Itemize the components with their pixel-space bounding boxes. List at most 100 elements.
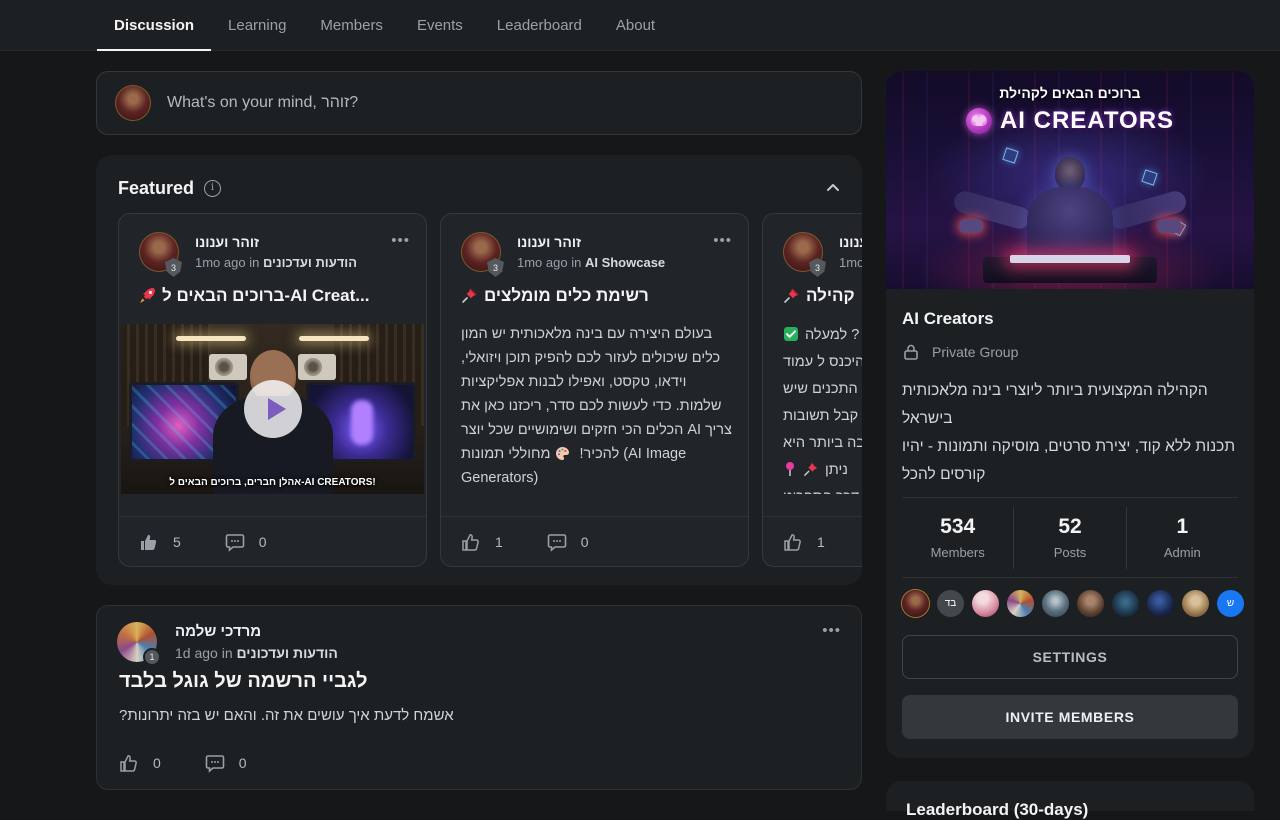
category-link[interactable]: הודעות ועדכונים [263,255,357,270]
like-count: 1 [817,534,825,550]
more-options-icon[interactable]: ••• [713,232,732,249]
more-options-icon[interactable]: ••• [391,232,410,249]
category-link[interactable]: הודעות ועדכונים [237,645,338,661]
leaderboard-title: Leaderboard (30-days) [906,800,1088,820]
like-count: 5 [173,534,181,550]
post-title[interactable]: לגביי הרשמה של גוגל בלבד [119,670,368,693]
leaderboard-card: Leaderboard (30-days) [886,781,1254,811]
chevron-up-icon[interactable] [824,179,842,197]
composer-prompt: What's on your mind, זוהר? [167,94,358,112]
member-avatar[interactable] [1182,590,1209,617]
round-pin-icon [783,461,797,477]
comment-button[interactable]: 0 [547,532,589,552]
card-footer: 1 [763,516,862,566]
pin-icon [803,461,819,477]
info-icon[interactable] [204,180,221,197]
level-badge: 1 [143,648,161,666]
comment-count: 0 [239,755,247,771]
author-name[interactable]: מרדכי שלמה [175,623,261,640]
post-meta: 1mo ago in הודעות ועדכונים [195,255,357,270]
featured-card-welcome[interactable]: 3 זוהר וענונו 1mo ago in הודעות ועדכונים… [118,213,427,567]
group-description: הקהילה המקצועית ביותר ליוצרי בינה מלאכות… [902,377,1238,489]
post-meta: 1d ago in הודעות ועדכונים [175,645,338,661]
author-name[interactable]: זוהר וענונו [517,234,581,250]
more-options-icon[interactable]: ••• [822,622,841,639]
member-avatar[interactable] [1077,590,1104,617]
speaker [209,354,247,380]
tab-leaderboard[interactable]: Leaderboard [480,0,599,51]
lock-icon [902,343,920,361]
pin-icon [461,287,478,304]
featured-card-community[interactable]: 3 זוהר וענונו 1mo קהילה למעלה ? היכנס ל … [762,213,862,567]
post-meta: 1mo ago in AI Showcase [517,255,665,270]
settings-button[interactable]: SETTINGS [902,635,1238,679]
group-stats: 534Members 52Posts 1Admin [902,507,1238,569]
featured-card-tools[interactable]: 3 זוהר וענונו 1mo ago in AI Showcase •••… [440,213,749,567]
tab-about[interactable]: About [599,0,672,51]
post-meta: 1mo [839,255,862,270]
card-body-text: בעולם היצירה עם בינה מלאכותית יש המון כל… [461,322,732,494]
comment-button[interactable]: 0 [205,753,247,773]
pin-icon [783,287,800,304]
card-title[interactable]: ברוכים הבאים ל-AI Creat... [139,286,410,306]
like-count: 1 [495,534,503,550]
palette-icon [555,446,570,461]
play-icon[interactable] [244,380,302,438]
like-count: 0 [153,755,161,771]
stat-admin[interactable]: 1Admin [1126,507,1238,569]
feed-post[interactable]: 1 מרדכי שלמה 1d ago in הודעות ועדכונים •… [96,605,862,790]
like-button[interactable]: 0 [119,753,161,773]
member-avatars: בד ש [902,590,1244,617]
video-caption: אהלן חברים, ברוכים הבאים ל-AI CREATORS! [121,477,424,488]
check-icon [783,326,799,342]
comment-button[interactable]: 0 [225,532,267,552]
card-title[interactable]: קהילה [783,286,862,306]
member-avatar[interactable] [972,590,999,617]
cover-welcome-text: ברוכים הבאים לקהילת [886,85,1254,101]
featured-header: Featured [118,175,842,201]
avatar [115,85,151,121]
like-button[interactable]: 5 [139,532,181,552]
group-privacy: Private Group [902,343,1238,361]
member-avatar[interactable] [1007,590,1034,617]
comment-count: 0 [581,534,589,550]
rocket-icon [139,287,156,304]
comment-count: 0 [259,534,267,550]
member-avatar[interactable] [902,590,929,617]
card-footer: 1 0 [441,516,748,566]
member-avatar[interactable]: ש [1217,590,1244,617]
member-avatar[interactable] [1112,590,1139,617]
like-button[interactable]: 1 [461,532,503,552]
like-button[interactable]: 1 [783,532,825,552]
tab-events[interactable]: Events [400,0,480,51]
featured-section: Featured 3 זוהר וענונו 1mo ago in הודעות… [96,155,862,585]
group-cover-image: ברוכים הבאים לקהילת AI CREATORS [886,71,1254,289]
speaker [298,354,336,380]
tab-discussion[interactable]: Discussion [97,0,211,51]
invite-members-button[interactable]: INVITE MEMBERS [902,695,1238,739]
cover-figure [975,157,1165,277]
card-title[interactable]: רשימת כלים מומלצים [461,286,732,306]
author-name[interactable]: זוהר וענונו [195,234,259,250]
cover-brand-text: AI CREATORS [1000,107,1174,135]
card-footer: 5 0 [119,516,426,566]
member-avatar[interactable] [1147,590,1174,617]
tab-members[interactable]: Members [303,0,400,51]
member-avatar[interactable]: בד [937,590,964,617]
member-avatar[interactable] [1042,590,1069,617]
featured-title: Featured [118,178,194,199]
post-body: אשמח לדעת איך עושים את זה. והאם יש בזה י… [119,707,841,724]
video-thumbnail[interactable]: אהלן חברים, ברוכים הבאים ל-AI CREATORS! [121,324,424,494]
group-sidebar: ברוכים הבאים לקהילת AI CREATORS AI Creat… [886,71,1254,758]
stat-members[interactable]: 534Members [902,507,1013,569]
top-nav: Discussion Learning Members Events Leade… [0,0,1280,51]
group-name: AI Creators [902,309,1238,329]
post-composer[interactable]: What's on your mind, זוהר? [96,71,862,135]
card-body-text: למעלה ? היכנס ל עמוד התכנים שיש קבל תשוב… [783,322,862,494]
tab-learning[interactable]: Learning [211,0,303,51]
brain-icon [966,108,992,134]
author-name[interactable]: זוהר וענונו [839,234,862,250]
category-link[interactable]: AI Showcase [585,255,665,270]
post-footer: 0 0 [119,753,291,773]
stat-posts[interactable]: 52Posts [1013,507,1125,569]
